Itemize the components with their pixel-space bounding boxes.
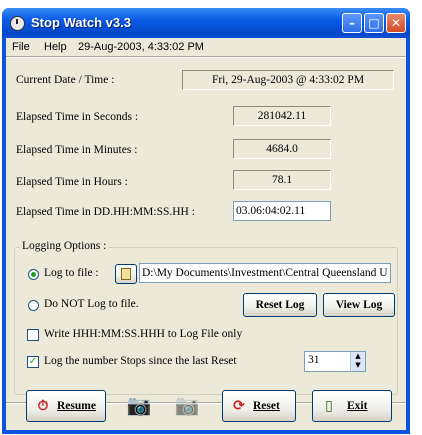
current-date-value: Fri, 29-Aug-2003 @ 4:33:02 PM bbox=[182, 70, 394, 90]
elapsed-dhms-label: Elapsed Time in DD.HH:MM:SS.HH : bbox=[16, 206, 195, 218]
menu-status-datetime: 29-Aug-2003, 4:33:02 PM bbox=[78, 41, 204, 53]
minimize-button[interactable]: – bbox=[342, 13, 362, 33]
elapsed-dhms-value: 03.06:04:02.11 bbox=[233, 201, 331, 221]
camera-disabled-icon: 📷 bbox=[174, 393, 200, 417]
reset-button[interactable]: ⟳ Reset bbox=[222, 390, 296, 422]
exit-label: Exit bbox=[347, 400, 368, 412]
menu-separator bbox=[6, 56, 406, 58]
stopwatch-icon bbox=[10, 16, 25, 31]
log-stops-checkbox[interactable]: ✓ bbox=[27, 356, 39, 368]
stopwatch-resume-icon: ⏱ bbox=[37, 398, 49, 414]
spin-up-icon[interactable]: ▲ bbox=[355, 352, 360, 360]
menu-bar: File Help 29-Aug-2003, 4:33:02 PM bbox=[6, 38, 406, 56]
no-log-label[interactable]: Do NOT Log to file. bbox=[44, 298, 139, 310]
logging-options-title: Logging Options : bbox=[20, 240, 109, 252]
log-stops-label[interactable]: Log the number Stops since the last Rese… bbox=[44, 355, 237, 367]
elapsed-minutes-label: Elapsed Time in Minutes : bbox=[16, 144, 138, 156]
window-title: Stop Watch v3.3 bbox=[31, 15, 131, 30]
client-area: File Help 29-Aug-2003, 4:33:02 PM Curren… bbox=[6, 38, 406, 430]
write-hms-label[interactable]: Write HHH:MM:SS.HHH to Log File only bbox=[44, 328, 242, 340]
write-hms-checkbox[interactable] bbox=[27, 329, 39, 341]
elapsed-hours-label: Elapsed Time in Hours : bbox=[16, 176, 128, 188]
stops-value: 31 bbox=[308, 354, 320, 366]
browse-folder-button[interactable] bbox=[115, 264, 137, 284]
log-to-file-label[interactable]: Log to file : bbox=[44, 267, 99, 279]
menu-file[interactable]: File bbox=[12, 41, 30, 53]
resume-label: Resume bbox=[57, 400, 96, 412]
camera-icon[interactable]: 📷 bbox=[124, 394, 154, 416]
current-date-label: Current Date / Time : bbox=[16, 74, 115, 86]
reset-icon: ⟳ bbox=[233, 398, 245, 414]
folder-icon bbox=[121, 268, 131, 280]
elapsed-seconds-label: Elapsed Time in Seconds : bbox=[16, 111, 139, 123]
exit-button[interactable]: ▯ Exit bbox=[312, 390, 392, 422]
spinner-arrows[interactable]: ▲ ▼ bbox=[350, 352, 365, 371]
log-to-file-radio[interactable] bbox=[28, 269, 39, 280]
elapsed-minutes-value: 4684.0 bbox=[233, 139, 331, 159]
menu-help[interactable]: Help bbox=[44, 41, 67, 53]
elapsed-hours-value: 78.1 bbox=[233, 170, 331, 190]
resume-button[interactable]: ⏱ Resume bbox=[26, 390, 106, 422]
elapsed-seconds-value: 281042.11 bbox=[233, 106, 331, 126]
no-log-radio[interactable] bbox=[28, 300, 39, 311]
stopwatch-window: Stop Watch v3.3 – □ ✕ File Help 29-Aug-2… bbox=[2, 8, 410, 434]
exit-door-icon: ▯ bbox=[325, 398, 333, 414]
reset-label: Reset bbox=[253, 400, 280, 412]
close-button[interactable]: ✕ bbox=[386, 13, 406, 33]
view-log-button[interactable]: View Log bbox=[323, 293, 395, 317]
stops-spinner[interactable]: 31 ▲ ▼ bbox=[304, 351, 366, 372]
spin-down-icon[interactable]: ▼ bbox=[355, 361, 360, 369]
maximize-button[interactable]: □ bbox=[364, 13, 384, 33]
log-file-path-input[interactable]: D:\My Documents\Investment\Central Queen… bbox=[139, 263, 391, 283]
reset-log-button[interactable]: Reset Log bbox=[243, 293, 317, 317]
title-bar[interactable]: Stop Watch v3.3 – □ ✕ bbox=[2, 8, 410, 38]
